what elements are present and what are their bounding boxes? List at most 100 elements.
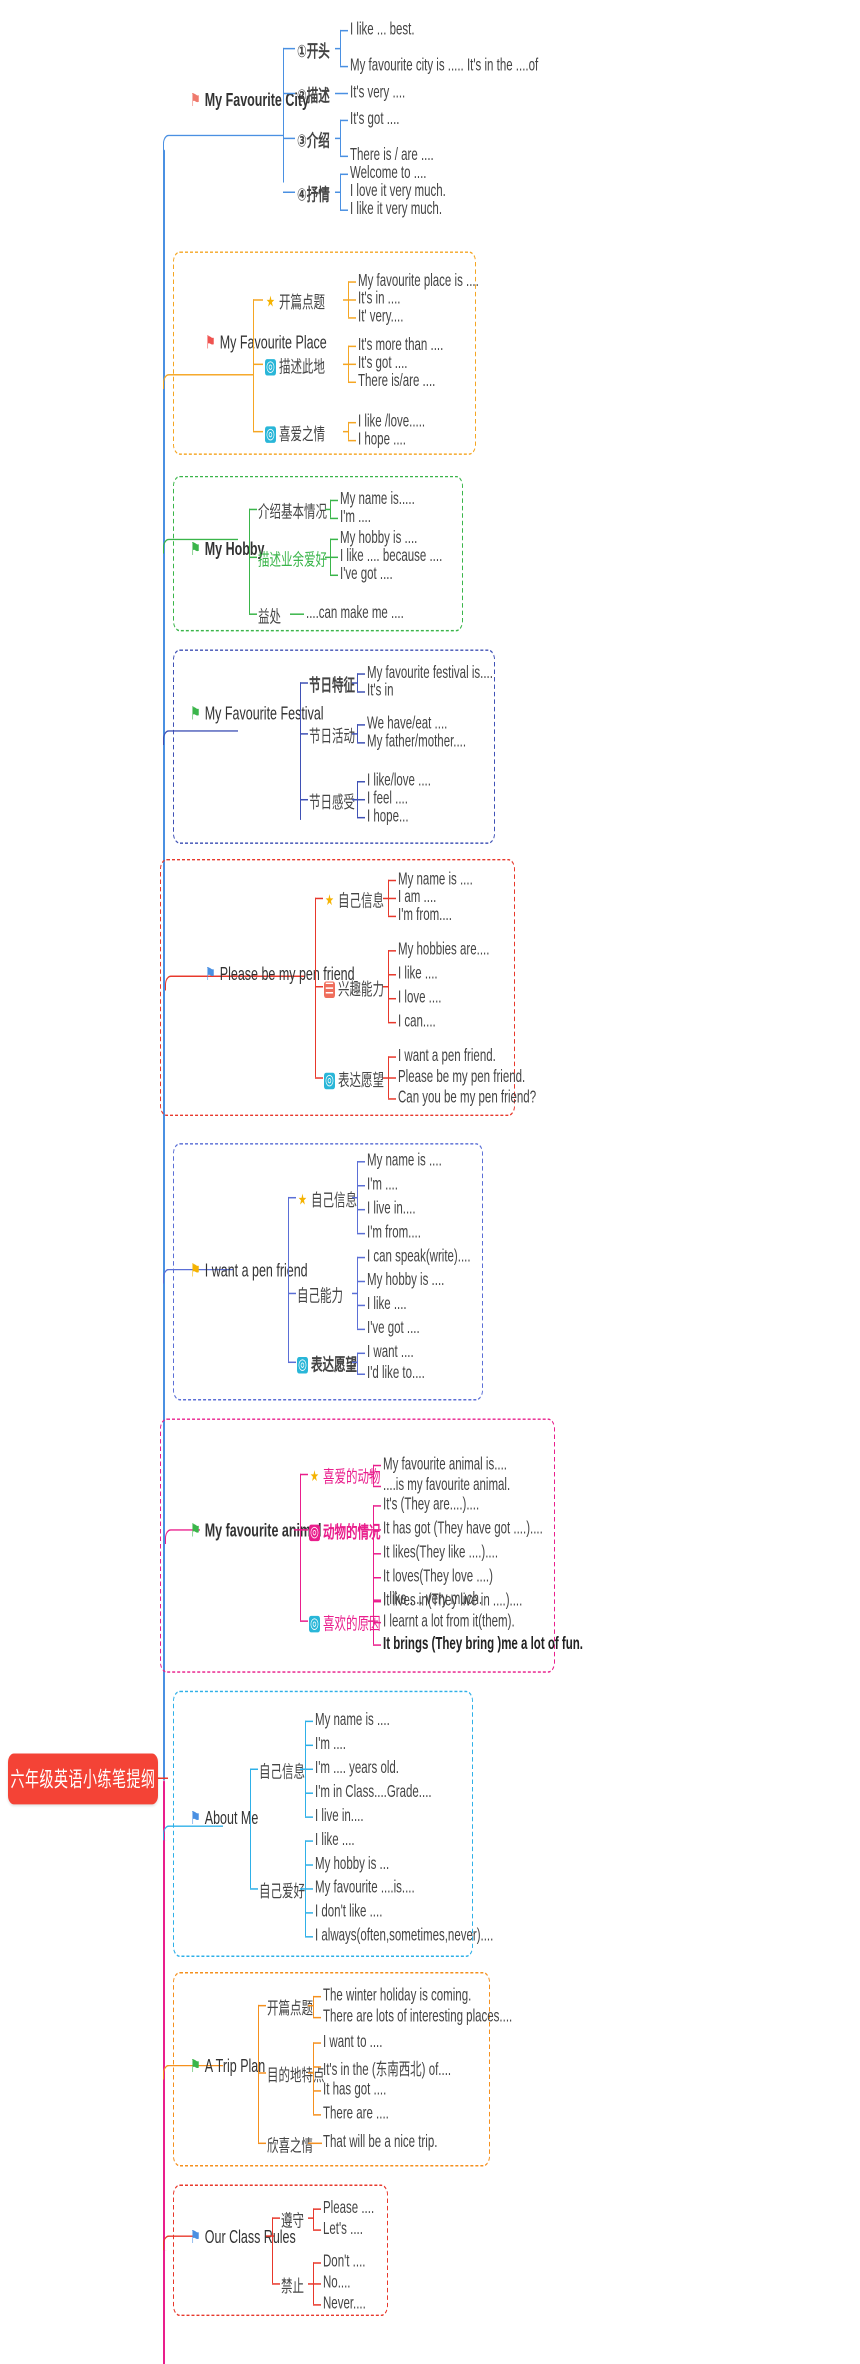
group-label[interactable]: ★ 自己信息	[324, 889, 384, 913]
leaf-text: I like ... best.	[350, 20, 415, 39]
conn	[313, 2208, 321, 2210]
conn	[373, 1644, 381, 1646]
group-label[interactable]: ◎ 表达愿望	[324, 1068, 384, 1092]
conn	[388, 1077, 396, 1079]
branch-place-title[interactable]: ⚑ My Favourite Place	[205, 332, 327, 353]
flag-icon: ⚑	[190, 89, 201, 111]
conn	[340, 209, 348, 211]
conn	[357, 816, 365, 819]
group-label[interactable]: ★ 自己信息	[297, 1188, 357, 1212]
group-label[interactable]: ②描述	[297, 84, 330, 108]
leaf-text: I can speak(write)....	[367, 1247, 471, 1266]
leaf-text: I like/love ....	[367, 772, 431, 790]
group-label[interactable]: ①开头	[297, 39, 330, 63]
group-label[interactable]: 遵守	[281, 2208, 304, 2232]
conn	[352, 1361, 358, 1364]
group-label[interactable]: 开篇点题	[267, 1996, 313, 2020]
conn	[388, 1021, 396, 1024]
group-label[interactable]: 益处	[258, 604, 281, 628]
branch-rules-title[interactable]: ⚑ Our Class Rules	[190, 2226, 296, 2247]
group-label[interactable]: ③介绍	[297, 129, 330, 153]
group-label[interactable]: ◎ 喜爱之情	[265, 422, 325, 446]
conn	[305, 1720, 313, 1723]
flag-icon: ⚑	[190, 1520, 201, 1542]
conn	[357, 724, 365, 726]
group-label[interactable]: ◎ 描述此地	[265, 355, 325, 379]
group-label[interactable]: 节日特征	[309, 673, 355, 697]
conn	[352, 1196, 358, 1199]
group-label[interactable]: 欣喜之情	[267, 2134, 313, 2158]
leaf-text: I'm .... years old.	[315, 1759, 399, 1778]
leaf-text: I live in....	[315, 1807, 364, 1826]
target-icon: ◎	[265, 358, 276, 375]
group-label[interactable]: ☰ 兴趣能力	[324, 977, 384, 1001]
conn	[272, 2283, 280, 2285]
conn	[373, 1599, 381, 1601]
leaf-text: It's got ....	[350, 110, 400, 129]
leaf-text: I can....	[398, 1012, 436, 1031]
star-icon: ★	[310, 1468, 319, 1485]
leaf-text: It likes(They like ....)....	[383, 1544, 499, 1563]
conn	[250, 1888, 258, 1890]
conn	[352, 733, 358, 735]
leaf-text: We have/eat ....	[367, 715, 448, 734]
group-label[interactable]: ★ 开篇点题	[265, 290, 325, 314]
branch-wantpen-title[interactable]: ⚑ I want a pen friend	[190, 1260, 308, 1281]
group-label[interactable]: 介绍基本情况	[258, 500, 327, 524]
leaf-text: I don't like ....	[315, 1903, 383, 1922]
group-label[interactable]: ◎ 喜欢的原因	[309, 1611, 381, 1635]
conn	[373, 1600, 381, 1603]
conn	[313, 2304, 321, 2306]
branch-title-text: I want a pen friend	[204, 1259, 308, 1281]
branch-title-text: A Trip Plan	[204, 2055, 266, 2077]
group-label[interactable]: 节日活动	[309, 724, 355, 748]
conn	[388, 915, 396, 918]
group-label[interactable]: 节日感受	[309, 790, 355, 814]
target-icon: ◎	[309, 1615, 320, 1632]
conn	[313, 2283, 321, 2285]
leaf-text: I want ....	[367, 1343, 414, 1362]
leaf-text: Please be my pen friend.	[398, 1068, 526, 1087]
leaf-text: My hobbies are....	[398, 941, 490, 960]
leaf-text: I live in....	[367, 1199, 416, 1218]
conn	[315, 1077, 323, 1079]
target-icon: ◎	[265, 425, 276, 443]
group-label[interactable]: ◎ 表达愿望	[297, 1353, 357, 1377]
branch-trip-title[interactable]: ⚑ A Trip Plan	[190, 2056, 265, 2077]
conn	[348, 317, 356, 319]
group-label[interactable]: ◎ 动物的情况	[309, 1520, 381, 1544]
group-label[interactable]: 自己爱好	[259, 1879, 305, 1903]
group-label[interactable]: ④抒情	[297, 183, 330, 207]
conn	[249, 556, 257, 559]
hobby-children-spine	[249, 508, 250, 614]
leaf-text: My favourite place is ....	[358, 272, 479, 291]
leaf-text: It's got ....	[358, 354, 408, 373]
branch-aboutme-title[interactable]: ⚑ About Me	[190, 1807, 258, 1828]
conn	[343, 430, 349, 433]
branch-festival-elbow	[163, 730, 238, 746]
conn	[348, 381, 356, 384]
leaf-text: My hobby is ....	[367, 1271, 445, 1290]
leaf-text: It's in	[367, 682, 394, 701]
leaf-text: My name is ....	[315, 1711, 390, 1730]
flag-icon: ⚑	[190, 2055, 201, 2077]
conn	[352, 1292, 358, 1295]
leaf-text: There is/are ....	[358, 372, 436, 391]
leaf-text: I am ....	[398, 888, 437, 907]
leaf-text: My hobby is ....	[340, 529, 418, 548]
leaf-text: It's in the (东南西北) of....	[323, 2061, 452, 2080]
leaf-text: I'm ....	[340, 508, 371, 527]
conn	[283, 191, 295, 194]
branch-title-text: My Favourite Festival	[204, 703, 324, 725]
branch-festival-title[interactable]: ⚑ My Favourite Festival	[190, 703, 324, 724]
leaf-text: My favourite animal is....	[383, 1455, 507, 1474]
group-label[interactable]: 描述业余爱好	[258, 548, 327, 572]
conn	[373, 1464, 381, 1467]
root-node[interactable]: 六年级英语小练笔提纲	[8, 1753, 158, 1805]
group-label[interactable]: ★ 喜爱的动物	[309, 1465, 380, 1489]
group-label[interactable]: 禁止	[281, 2274, 304, 2298]
leaf-text: I feel ....	[367, 789, 408, 808]
leaf-text: I hope ....	[358, 430, 406, 449]
group-label[interactable]: 自己能力	[297, 1284, 343, 1308]
group-label[interactable]: 自己信息	[259, 1760, 305, 1784]
